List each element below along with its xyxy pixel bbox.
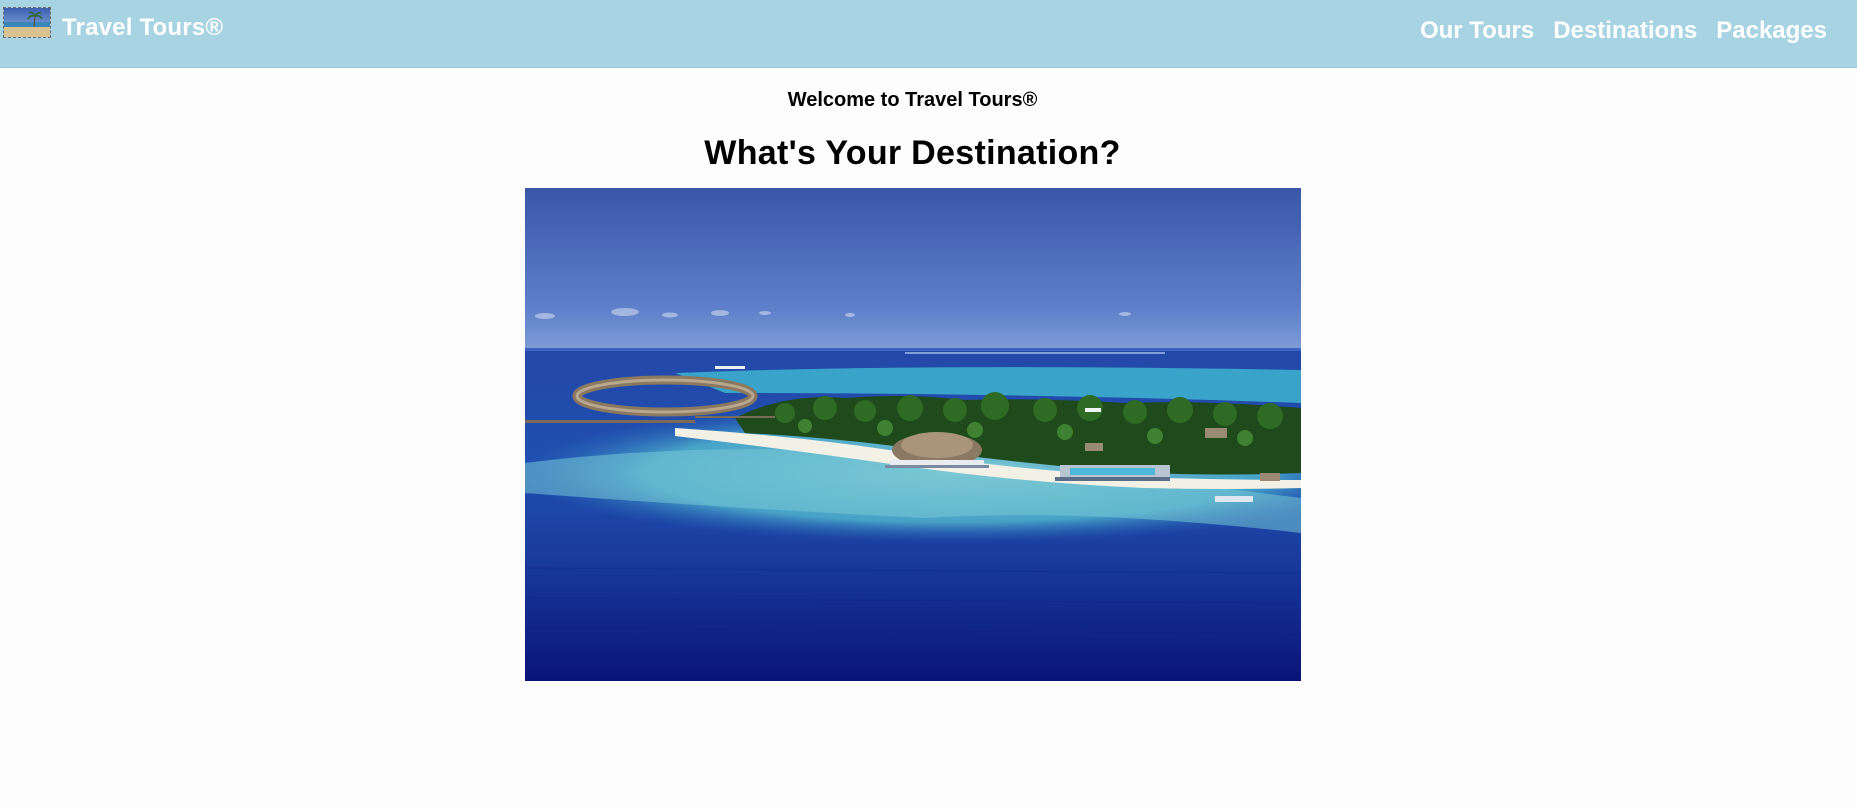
brand-name[interactable]: Travel Tours® <box>62 14 223 42</box>
hero-image <box>525 188 1301 681</box>
nav-link-our-tours[interactable]: Our Tours <box>1420 17 1534 45</box>
nav-link-destinations[interactable]: Destinations <box>1553 17 1697 45</box>
logo-image[interactable] <box>3 7 51 38</box>
island-resort-photo <box>525 188 1301 681</box>
top-navigation-bar: Travel Tours® Our Tours Destinations Pac… <box>0 0 1857 68</box>
beach-photo-icon <box>4 8 50 37</box>
nav-link-packages[interactable]: Packages <box>1716 17 1827 45</box>
page-title: What's Your Destination? <box>704 134 1121 172</box>
main-nav: Our Tours Destinations Packages <box>1420 17 1827 45</box>
welcome-heading: Welcome to Travel Tours® <box>787 89 1038 111</box>
